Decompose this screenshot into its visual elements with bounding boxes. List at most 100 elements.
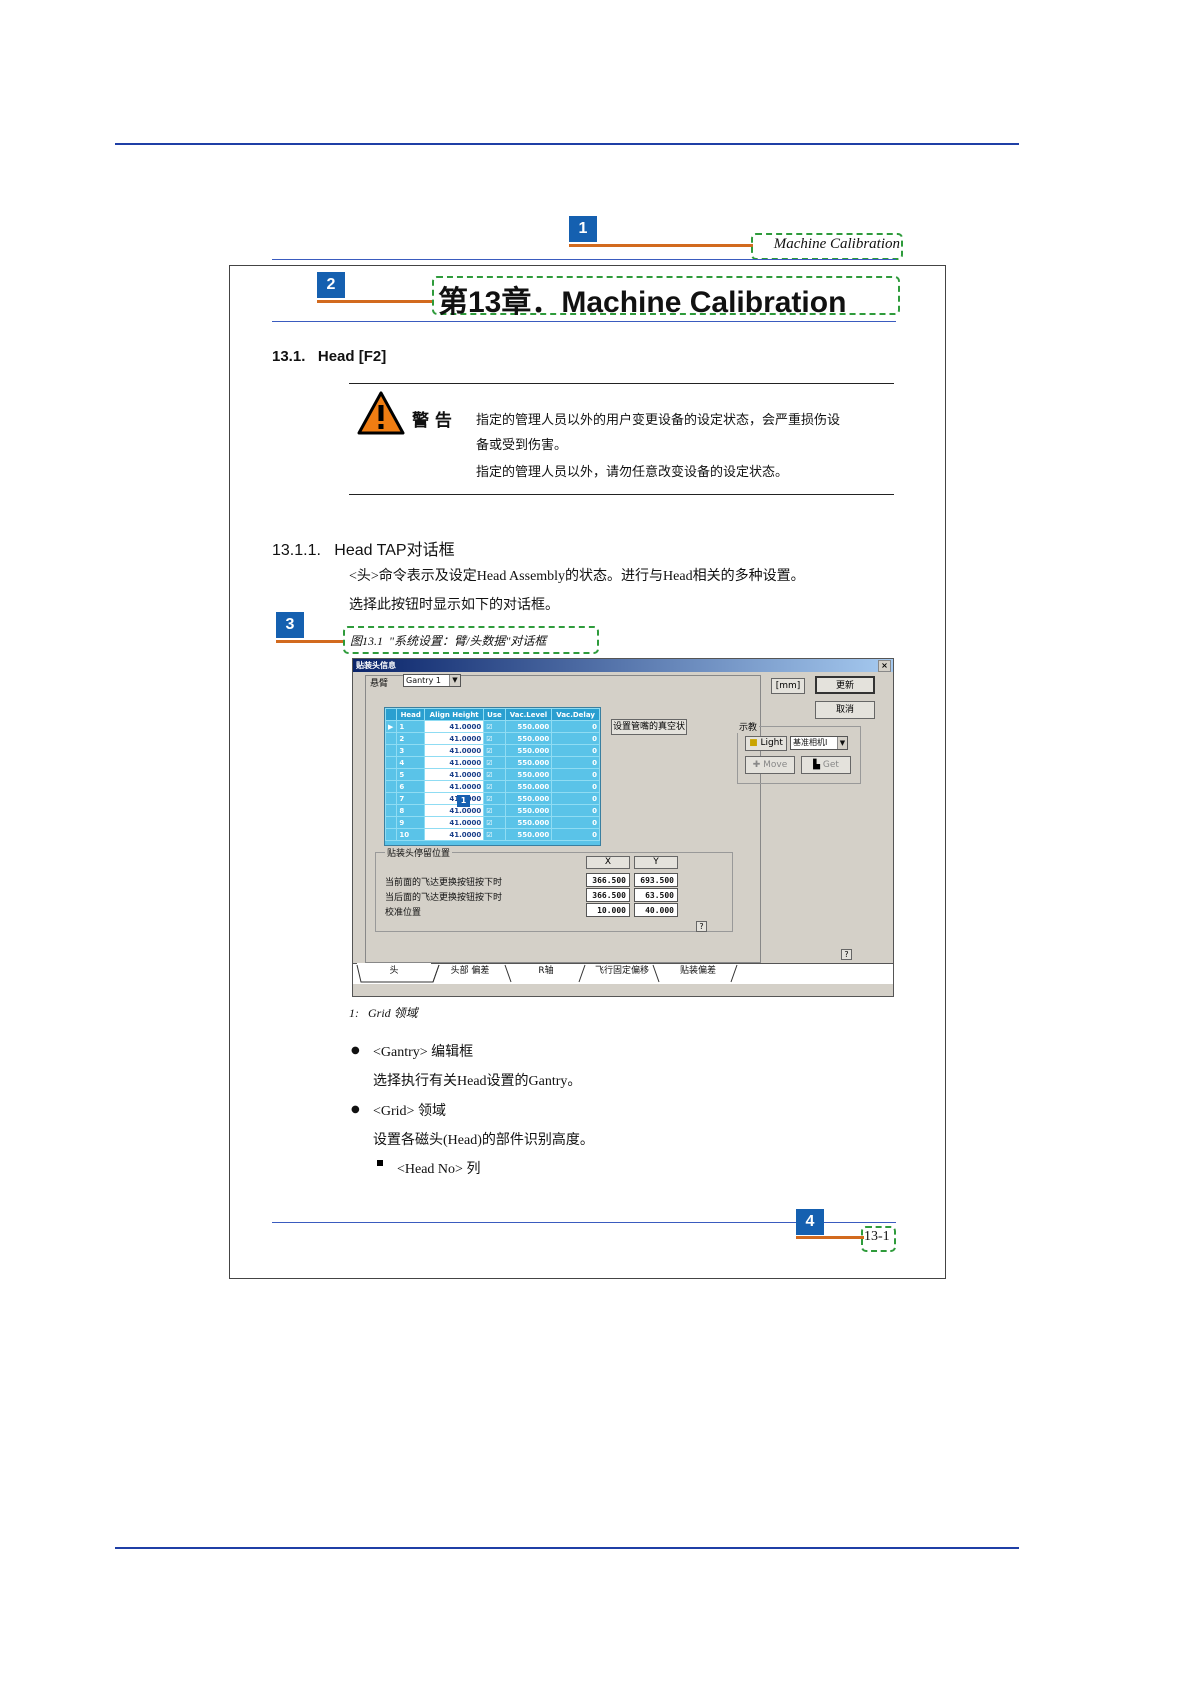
grid-col-header[interactable]: Align Height — [424, 708, 485, 721]
grid-cell[interactable]: ☑ — [483, 768, 506, 781]
table-row[interactable]: 5 41.0000 ☑ 550.000 0 — [384, 768, 600, 781]
grid-cell[interactable]: 0 — [551, 780, 600, 793]
position-x-input[interactable]: 366.500 — [586, 888, 630, 902]
grid-cell[interactable]: ☑ — [483, 780, 506, 793]
grid-cell[interactable]: 550.000 — [504, 828, 553, 841]
grid-cell[interactable]: 5 — [396, 768, 426, 781]
unit-button[interactable]: [mm] — [771, 678, 805, 694]
grid-cell[interactable]: 550.000 — [504, 816, 553, 829]
grid-col-header[interactable] — [384, 708, 398, 721]
grid-cell[interactable]: ☑ — [483, 816, 506, 829]
grid-cell[interactable]: 0 — [551, 816, 600, 829]
cancel-button[interactable]: 取消 — [815, 701, 875, 719]
help-button-inner[interactable]: ? — [696, 921, 707, 932]
gantry-select[interactable]: Gantry 1 ▼ — [403, 674, 461, 687]
grid-cell[interactable]: 10 — [396, 828, 426, 841]
grid-cell[interactable]: 550.000 — [504, 732, 553, 745]
position-y-input[interactable]: 693.500 — [634, 873, 678, 887]
update-button[interactable]: 更新 — [815, 676, 875, 694]
table-row[interactable]: 2 41.0000 ☑ 550.000 0 — [384, 732, 600, 745]
grid-cell[interactable] — [384, 792, 398, 805]
grid-cell[interactable]: 4 — [396, 756, 426, 769]
callout-3: 3 — [276, 612, 304, 638]
grid-cell[interactable] — [384, 732, 398, 745]
grid-cell[interactable]: 41.0000 — [424, 720, 485, 733]
grid-cell[interactable]: 7 — [396, 792, 426, 805]
grid-cell[interactable]: ☑ — [483, 720, 506, 733]
grid-cell[interactable]: 0 — [551, 804, 600, 817]
grid-cell[interactable]: 41.0000 — [424, 744, 485, 757]
get-button[interactable]: ▙ Get — [801, 756, 851, 774]
light-button[interactable]: ■ Light — [745, 736, 787, 751]
grid-cell[interactable]: 41.0000 — [424, 756, 485, 769]
table-row[interactable]: 9 41.0000 ☑ 550.000 0 — [384, 816, 600, 829]
sub-bullet-text: <Head No> 列 — [397, 1162, 481, 1177]
grid-cell[interactable]: 6 — [396, 780, 426, 793]
grid-cell[interactable]: ☑ — [483, 732, 506, 745]
grid-cell[interactable]: 41.0000 — [424, 768, 485, 781]
position-x-input[interactable]: 10.000 — [586, 903, 630, 917]
grid-cell[interactable]: 41.0000 — [424, 828, 485, 841]
table-row[interactable]: 3 41.0000 ☑ 550.000 0 — [384, 744, 600, 757]
head-grid[interactable]: Head Align Height Use Vac.Level Vac.Delay ▶ 1… — [384, 707, 601, 846]
move-button[interactable]: ✚ Move — [745, 756, 795, 774]
position-y-input[interactable]: 63.500 — [634, 888, 678, 902]
grid-cell[interactable] — [384, 804, 398, 817]
grid-cell[interactable]: 0 — [551, 720, 600, 733]
get-label: Get — [822, 760, 839, 770]
grid-cell[interactable] — [384, 828, 398, 841]
grid-col-header[interactable]: Use — [483, 708, 506, 721]
grid-cell[interactable]: 41.0000 — [424, 816, 485, 829]
grid-cell[interactable] — [384, 744, 398, 757]
position-x-input[interactable]: 366.500 — [586, 873, 630, 887]
grid-cell[interactable]: 550.000 — [504, 804, 553, 817]
grid-cell[interactable]: 550.000 — [504, 744, 553, 757]
grid-cell[interactable]: ☑ — [483, 792, 506, 805]
position-y-input[interactable]: 40.000 — [634, 903, 678, 917]
table-row[interactable]: 741.0000☑550.0000 — [384, 792, 600, 805]
grid-cell[interactable] — [384, 756, 398, 769]
grid-col-header[interactable]: Head — [396, 708, 426, 721]
grid-cell[interactable]: 550.000 — [504, 780, 553, 793]
grid-cell[interactable]: 0 — [551, 768, 600, 781]
grid-col-header[interactable]: Vac.Level — [504, 708, 553, 721]
grid-cell[interactable]: 0 — [551, 732, 600, 745]
grid-cell[interactable]: 41.0000 — [424, 780, 485, 793]
table-row[interactable]: 8 41.0000 ☑ 550.000 0 — [384, 804, 600, 817]
grid-cell[interactable]: 3 — [396, 744, 426, 757]
grid-cell[interactable]: 0 — [551, 744, 600, 757]
table-row[interactable]: ▶ 1 41.0000 ☑ 550.000 0 — [384, 720, 600, 733]
grid-cell[interactable]: 8 — [396, 804, 426, 817]
camera-select[interactable]: 基准相机I ▼ — [790, 736, 848, 750]
grid-cell[interactable]: 0 — [551, 792, 600, 805]
grid-cell[interactable]: 550.000 — [504, 792, 553, 805]
grid-cell[interactable]: 550.000 — [504, 768, 553, 781]
grid-cell[interactable]: 550.000 — [504, 756, 553, 769]
grid-cell[interactable]: 0 — [551, 828, 600, 841]
warning-bottom-rule — [349, 494, 894, 495]
grid-cell[interactable]: 9 — [396, 816, 426, 829]
grid-cell[interactable] — [384, 768, 398, 781]
grid-cell[interactable]: 1 — [396, 720, 426, 733]
table-row[interactable]: 10 41.0000 ☑ 550.000 0 — [384, 828, 600, 841]
grid-cell[interactable]: ▶ — [384, 720, 398, 733]
grid-cell[interactable] — [384, 780, 398, 793]
grid-cell[interactable]: 41.0000 — [424, 732, 485, 745]
dialog-close-button[interactable]: × — [878, 660, 891, 672]
grid-cell[interactable]: 550.000 — [504, 720, 553, 733]
set-vacuum-button[interactable]: 设置管嘴的真空状 — [611, 719, 687, 735]
grid-cell[interactable]: ☑ — [483, 756, 506, 769]
col-y-header: Y — [634, 856, 678, 869]
grid-col-header[interactable]: Vac.Delay — [551, 708, 600, 721]
grid-cell[interactable]: 41.0000 — [424, 804, 485, 817]
grid-cell[interactable]: 2 — [396, 732, 426, 745]
grid-cell[interactable]: ☑ — [483, 828, 506, 841]
grid-cell[interactable]: ☑ — [483, 804, 506, 817]
table-row[interactable]: 4 41.0000 ☑ 550.000 0 — [384, 756, 600, 769]
help-button[interactable]: ? — [841, 949, 852, 960]
grid-cell[interactable]: 0 — [551, 756, 600, 769]
grid-cell[interactable]: 41.0000 — [424, 792, 485, 805]
grid-cell[interactable] — [384, 816, 398, 829]
table-row[interactable]: 6 41.0000 ☑ 550.000 0 — [384, 780, 600, 793]
grid-cell[interactable]: ☑ — [483, 744, 506, 757]
